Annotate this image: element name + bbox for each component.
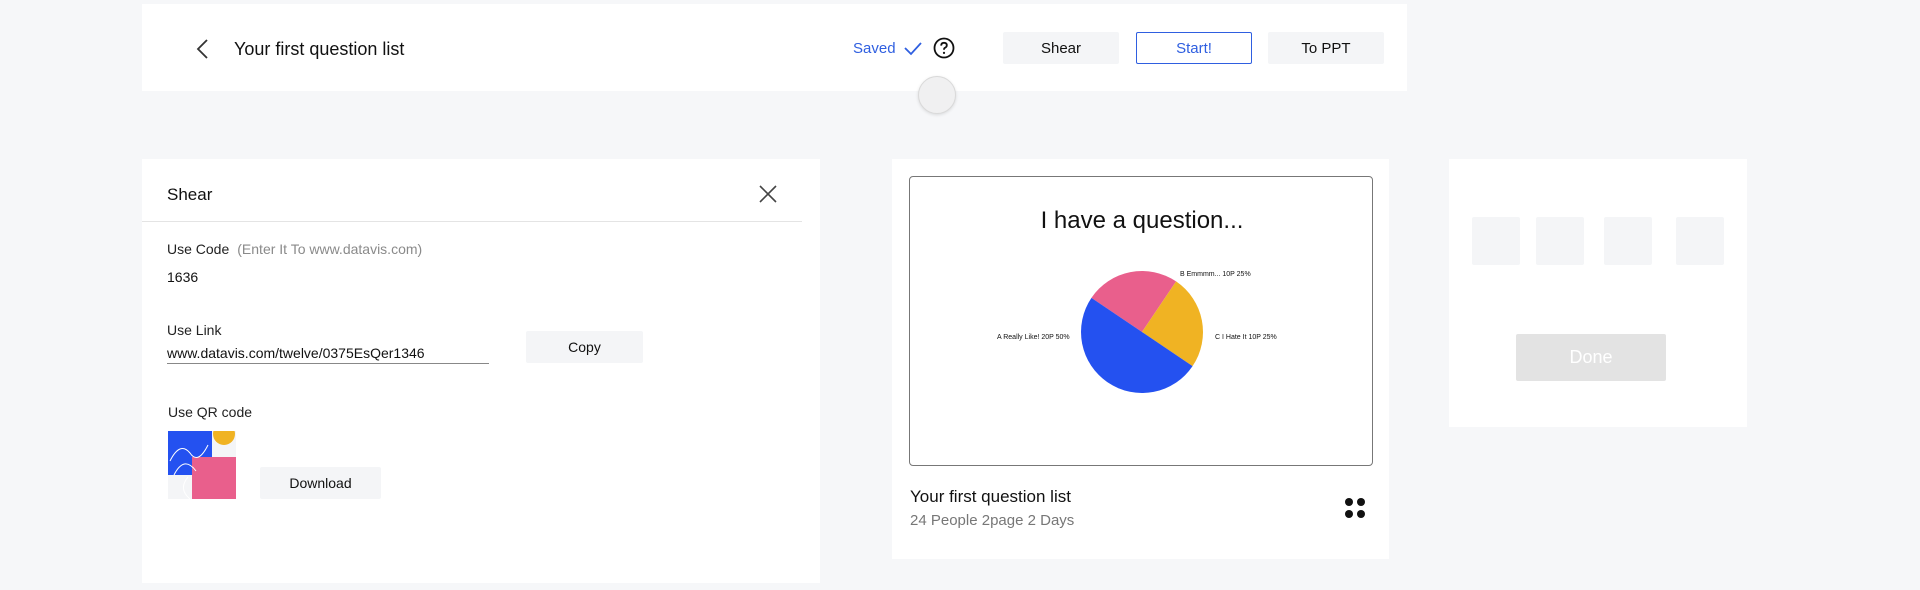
share-panel-title: Shear [167,185,213,204]
placeholder-tile[interactable] [1472,217,1520,265]
pie-label: A Really Like! 20P 50% [997,334,1070,341]
card-meta: 24 People 2page 2 Days [910,512,1075,529]
drag-handle[interactable] [918,76,956,114]
use-code-label: Use Code (Enter It To www.datavis.com) [167,241,422,257]
placeholder-tile[interactable] [1536,217,1584,265]
help-icon[interactable] [933,37,955,59]
preview-card[interactable]: I have a question... A Really Like! 20P … [892,159,1389,559]
page-title: Your first question list [234,39,405,59]
shear-button[interactable]: Shear [1003,32,1119,64]
use-link-label: Use Link [167,322,222,338]
back-icon[interactable] [190,36,216,62]
share-panel: Shear Use Code (Enter It To www.datavis.c… [142,159,820,583]
more-dots-icon[interactable] [1344,497,1366,519]
pie-label: B Emmmm... 10P 25% [1180,271,1251,278]
use-code-text: Use Code [167,241,230,257]
qr-code-image [168,423,236,500]
use-code-hint: (Enter It To www.datavis.com) [237,241,423,257]
copy-button[interactable]: Copy [526,331,643,363]
options-panel: Done [1449,159,1747,427]
placeholder-tile[interactable] [1604,217,1652,265]
start-button[interactable]: Start! [1136,32,1252,64]
download-button[interactable]: Download [260,467,381,499]
pie-label: C I Hate It 10P 25% [1215,334,1277,341]
divider [142,221,802,222]
done-button[interactable]: Done [1516,334,1666,381]
top-header: Your first question list Saved Shear Sta… [142,4,1407,91]
placeholder-tile[interactable] [1676,217,1724,265]
close-icon[interactable] [757,183,779,205]
card-title: Your first question list [910,487,1071,506]
use-link-field[interactable]: www.datavis.com/twelve/0375EsQer1346 [167,345,489,364]
saved-status: Saved [853,40,922,57]
qr-code-label: Use QR code [168,404,253,420]
pie-chart: I have a question... A Really Like! 20P … [997,207,1277,393]
slide-preview: I have a question... A Really Like! 20P … [909,176,1373,466]
checkmark-icon [903,41,922,55]
to-ppt-button[interactable]: To PPT [1268,32,1384,64]
saved-label: Saved [853,40,896,57]
chart-title: I have a question... [1041,207,1244,234]
use-code-value: 1636 [167,269,199,285]
